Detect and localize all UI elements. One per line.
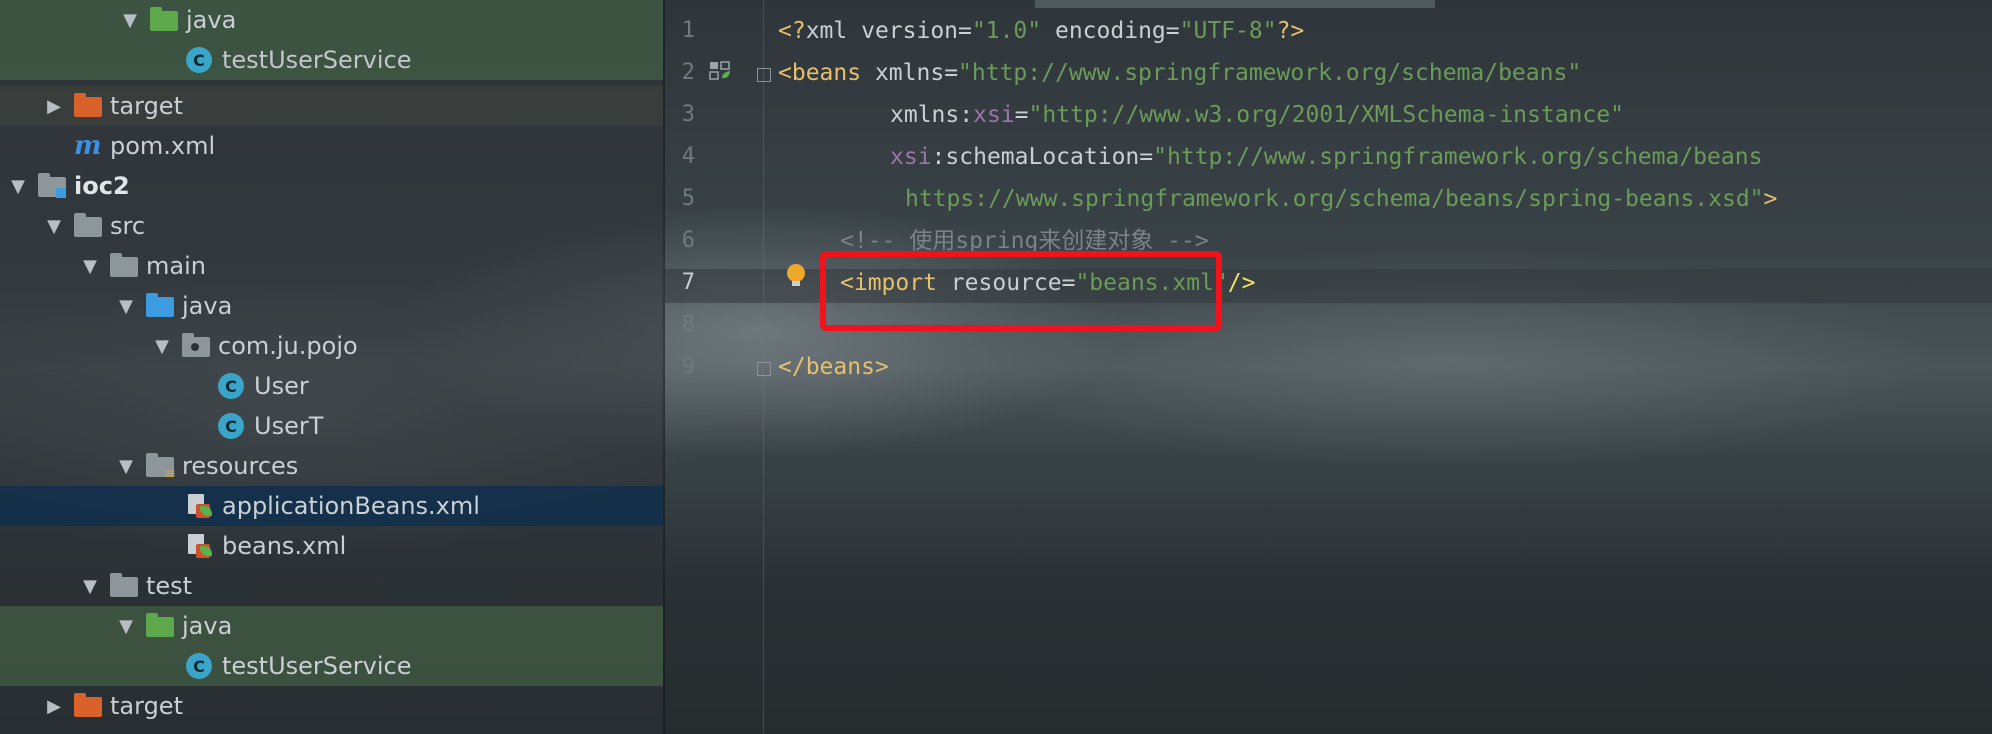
- line-number: 8: [681, 312, 695, 337]
- tree-row-resources[interactable]: ▼ resources: [0, 446, 663, 486]
- folder-orange-icon: [74, 692, 102, 720]
- code-line-1: <?xml version="1.0" encoding="UTF-8"?>: [778, 18, 1305, 44]
- code-line-9: </beans>: [778, 354, 889, 380]
- line-number: 1: [681, 18, 695, 43]
- line-number: 7: [681, 270, 695, 295]
- line-number: 4: [681, 144, 695, 169]
- folder-orange-icon: [74, 92, 102, 120]
- class-icon: C: [218, 372, 246, 400]
- spring-xml-icon: [186, 532, 214, 560]
- tree-row-main[interactable]: ▼ main: [0, 246, 663, 286]
- folder-green-icon: [146, 612, 174, 640]
- chevron-down-icon[interactable]: ▼: [116, 616, 136, 637]
- module-folder-icon: [38, 172, 66, 200]
- tree-row-UserT[interactable]: ▼ C UserT: [0, 406, 663, 446]
- tree-row-pom-xml[interactable]: ▶ m pom.xml: [0, 126, 663, 166]
- tree-row-testUserService-1[interactable]: ▼ C testUserService: [0, 40, 663, 80]
- chevron-right-icon[interactable]: ▶: [44, 696, 64, 717]
- chevron-down-icon[interactable]: ▼: [80, 576, 100, 597]
- chevron-down-icon[interactable]: ▼: [116, 296, 136, 317]
- project-tree: ▼ java ▼ C testUserService ▶ target ▶ m …: [0, 0, 663, 734]
- spring-bean-gutter-icon[interactable]: [709, 60, 731, 80]
- tree-row-java-main[interactable]: ▼ java: [0, 286, 663, 326]
- chevron-down-icon[interactable]: ▼: [44, 216, 64, 237]
- class-icon: C: [186, 652, 214, 680]
- chevron-down-icon[interactable]: ▼: [8, 176, 28, 197]
- tree-row-target-2[interactable]: ▶ target: [0, 686, 663, 726]
- editor-gutter: 1 2 3 4 5 6 7 8 9: [665, 0, 765, 734]
- annotation-highlight-box: [820, 251, 1222, 331]
- folder-blue-icon: [146, 292, 174, 320]
- code-line-5: https://www.springframework.org/schema/b…: [905, 186, 1778, 212]
- resources-folder-icon: [146, 452, 176, 482]
- code-line-4: xsi:schemaLocation="http://www.springfra…: [890, 144, 1763, 170]
- lightbulb-icon[interactable]: [787, 264, 805, 288]
- maven-icon: m: [74, 131, 102, 161]
- class-icon: C: [186, 46, 214, 74]
- folder-icon: [74, 212, 102, 240]
- chevron-down-icon[interactable]: ▼: [152, 336, 172, 357]
- tree-row-target-1[interactable]: ▶ target: [0, 86, 663, 126]
- line-number: 5: [681, 186, 695, 211]
- line-number: 6: [681, 228, 695, 253]
- folder-icon: [110, 252, 138, 280]
- line-number: 2: [681, 60, 695, 85]
- chevron-down-icon[interactable]: ▼: [80, 256, 100, 277]
- tree-row-test[interactable]: ▼ test: [0, 566, 663, 606]
- tree-row-java-test-1[interactable]: ▼ java: [0, 0, 663, 40]
- tree-row-java-test-2[interactable]: ▼ java: [0, 606, 663, 646]
- fold-marker-icon[interactable]: [757, 362, 771, 376]
- folder-green-icon: [150, 6, 178, 34]
- tree-row-beans-xml[interactable]: ▼ beans.xml: [0, 526, 663, 566]
- spring-xml-icon: [186, 492, 214, 520]
- package-icon: [182, 332, 210, 360]
- code-editor[interactable]: 1 2 3 4 5 6 7 8 9 <?xml version="1.0" en…: [663, 0, 1992, 734]
- tree-row-package[interactable]: ▼ com.ju.pojo: [0, 326, 663, 366]
- line-number: 3: [681, 102, 695, 127]
- code-line-3: xmlns:xsi="http://www.w3.org/2001/XMLSch…: [890, 102, 1624, 128]
- fold-marker-icon[interactable]: [757, 68, 771, 82]
- tree-row-applicationBeans-xml[interactable]: ▼ applicationBeans.xml: [0, 486, 663, 526]
- line-number: 9: [681, 354, 695, 379]
- class-icon: C: [218, 412, 246, 440]
- tree-row-ioc2[interactable]: ▼ ioc2: [0, 166, 663, 206]
- code-line-2: <beans xmlns="http://www.springframework…: [778, 60, 1582, 86]
- chevron-down-icon[interactable]: ▼: [116, 456, 136, 477]
- chevron-right-icon[interactable]: ▶: [44, 96, 64, 117]
- tree-row-User[interactable]: ▼ C User: [0, 366, 663, 406]
- chevron-down-icon[interactable]: ▼: [120, 10, 140, 31]
- editor-tab-indicator: [1035, 0, 1435, 8]
- tree-row-src[interactable]: ▼ src: [0, 206, 663, 246]
- tree-row-testUserService-2[interactable]: ▼ C testUserService: [0, 646, 663, 686]
- folder-icon: [110, 572, 138, 600]
